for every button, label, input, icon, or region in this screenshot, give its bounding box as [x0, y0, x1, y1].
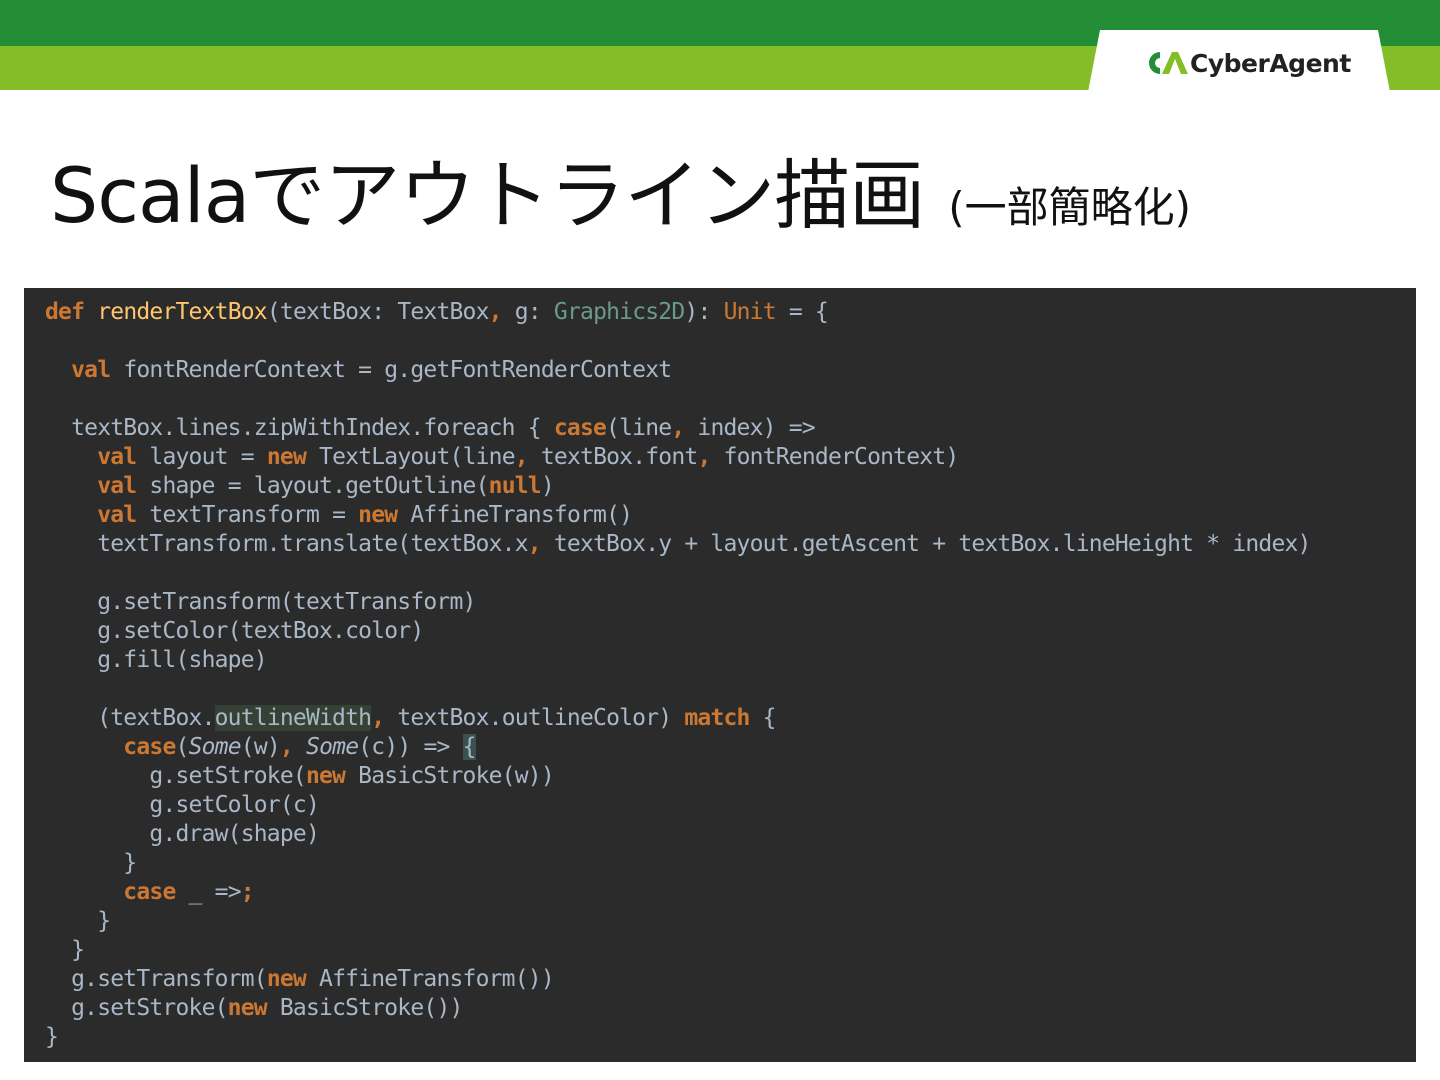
code-line: val shape = layout.getOutline(null): [97, 473, 555, 499]
brand-logo: CyberAgent: [1146, 47, 1351, 79]
code-line: textTransform.translate(textBox.x, textB…: [45, 531, 1311, 557]
code-line: textBox.lines.zipWithIndex.foreach { cas…: [45, 415, 816, 441]
code-line: g.setStroke(new BasicStroke(w)): [45, 763, 554, 789]
code-line: (textBox.outlineWidth, textBox.outlineCo…: [45, 705, 777, 731]
code-panel: def renderTextBox(textBox: TextBox, g: G…: [24, 288, 1416, 1062]
code-line: case(Some(w), Some(c)) => {: [123, 734, 477, 760]
code-line: }: [45, 850, 137, 876]
cyberagent-logo-icon: [1149, 52, 1188, 74]
code-line: g.setTransform(textTransform): [45, 589, 476, 615]
code-line: g.draw(shape): [45, 821, 319, 847]
code-line: }: [45, 937, 85, 963]
code-line: }: [45, 908, 111, 934]
code-block: def renderTextBox(textBox: TextBox, g: G…: [45, 298, 1311, 1052]
code-line: def renderTextBox(textBox: TextBox, g: G…: [45, 299, 829, 325]
code-line: val textTransform = new AffineTransform(…: [97, 502, 633, 528]
slide-title-row: Scalaでアウトライン描画 (一部簡略化): [50, 134, 1191, 240]
code-line: case _ =>;: [123, 879, 254, 905]
code-line: g.setColor(textBox.color): [45, 618, 424, 644]
code-line: val layout = new TextLayout(line, textBo…: [97, 444, 959, 470]
slide-subtitle: (一部簡略化): [948, 183, 1192, 232]
code-line: }: [45, 1024, 59, 1050]
code-line: g.setTransform(new AffineTransform()): [45, 966, 555, 992]
code-line: g.setColor(c): [45, 792, 319, 818]
brand-name: CyberAgent: [1190, 48, 1351, 78]
code-line: g.setStroke(new BasicStroke()): [45, 995, 463, 1021]
code-line: g.fill(shape): [45, 647, 267, 673]
code-line: val fontRenderContext = g.getFontRenderC…: [71, 357, 672, 383]
slide-title: Scalaでアウトライン描画: [50, 151, 925, 240]
